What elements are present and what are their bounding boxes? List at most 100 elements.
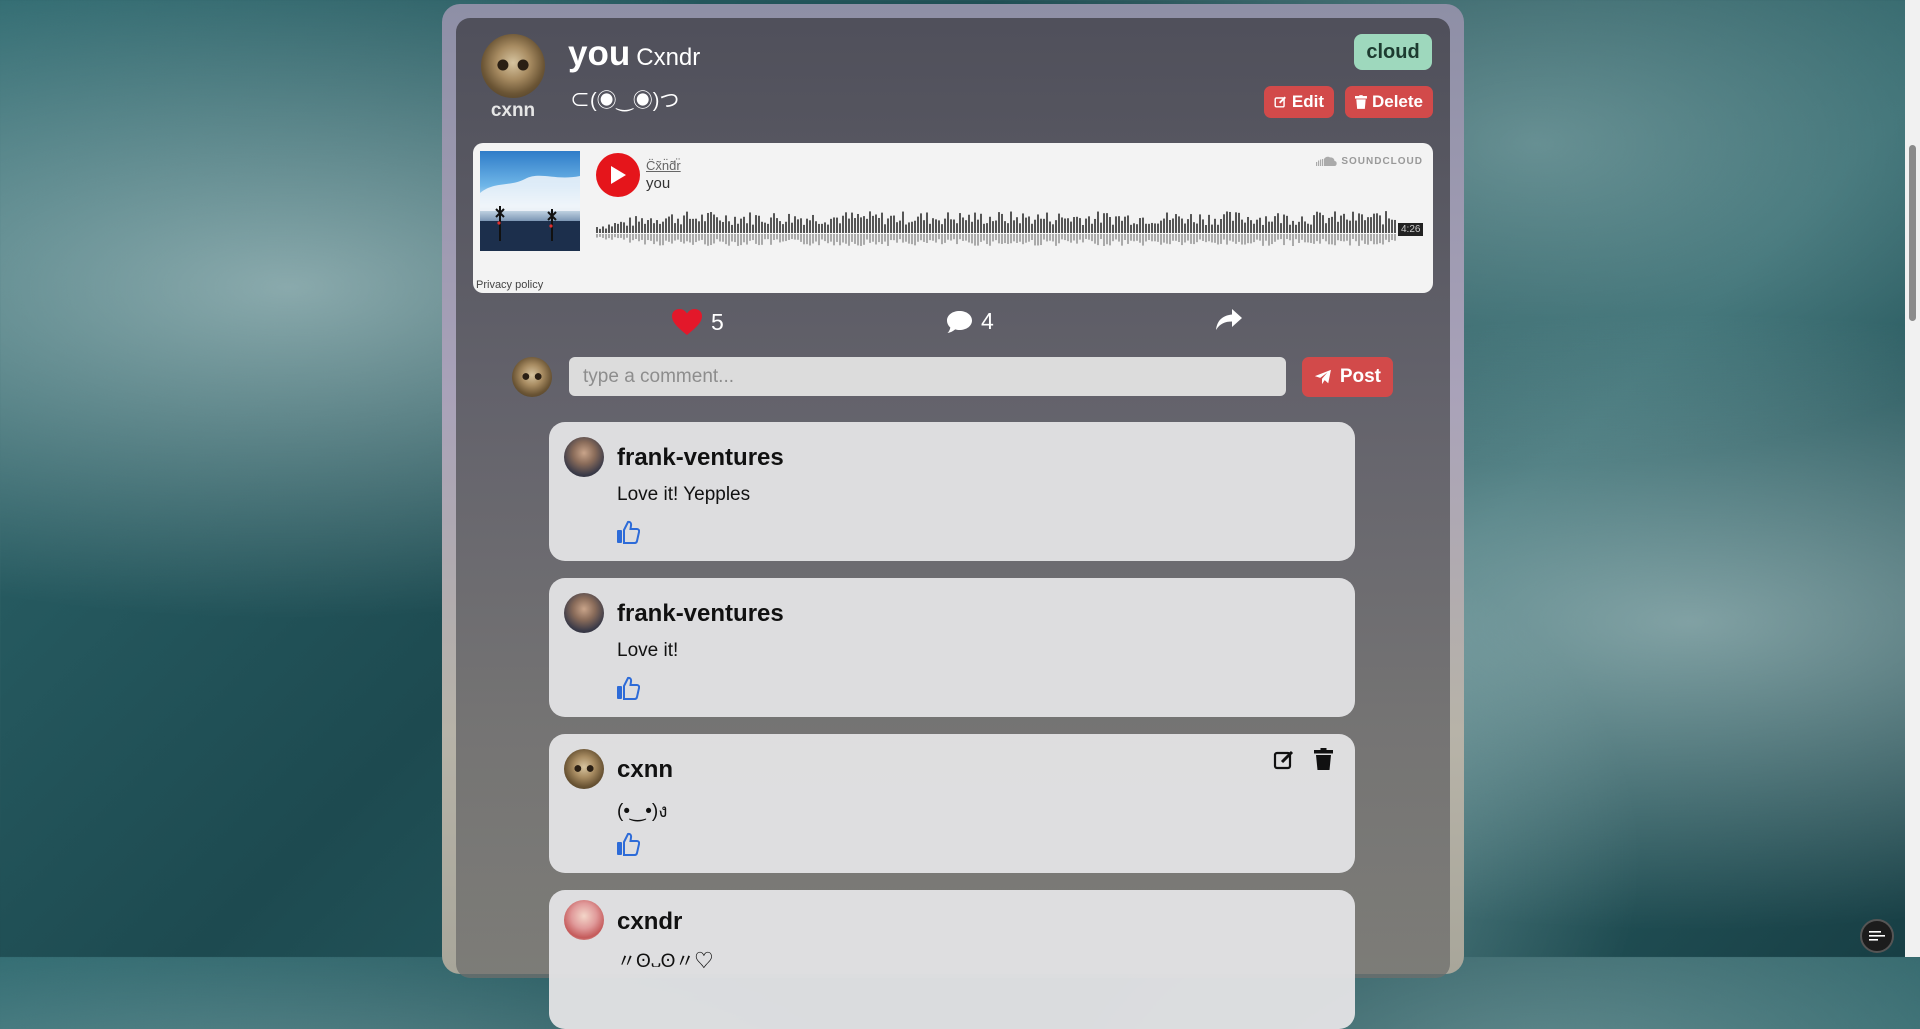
waveform-reflection-bar: [1130, 234, 1132, 241]
waveform-reflection-bar: [848, 234, 850, 246]
waveform-reflection-bar: [710, 234, 712, 246]
waveform-reflection-bar: [1073, 234, 1075, 241]
comments-action[interactable]: 4: [946, 308, 994, 335]
waveform-reflection-bar: [1394, 234, 1396, 241]
waveform-bar: [629, 217, 631, 233]
waveform-reflection-bar: [614, 234, 616, 238]
waveform-reflection-bar: [1238, 234, 1240, 242]
waveform-reflection-bar: [1361, 234, 1363, 241]
waveform-bar: [785, 221, 787, 233]
waveform-reflection-bar: [980, 234, 982, 242]
waveform-bar: [1202, 219, 1204, 233]
waveform-reflection-bar: [743, 234, 745, 243]
waveform-bar: [881, 212, 883, 233]
waveform-reflection-bar: [1262, 234, 1264, 246]
waveform-reflection-bar: [1334, 234, 1336, 246]
waveform-reflection-bar: [1337, 234, 1339, 241]
waveform-bar: [1235, 212, 1237, 233]
waveform-reflection-bar: [1103, 234, 1105, 246]
privacy-policy-link[interactable]: Privacy policy: [476, 279, 543, 291]
waveform-bar: [776, 218, 778, 233]
owner-name[interactable]: cxnn: [480, 100, 546, 122]
waveform-reflection-bar: [815, 234, 817, 242]
owner-avatar[interactable]: [481, 34, 545, 98]
waveform-bar: [1115, 216, 1117, 233]
comment-author[interactable]: cxnn: [617, 756, 673, 784]
waveform-reflection-bar: [695, 234, 697, 243]
post-comment-button[interactable]: Post: [1302, 357, 1393, 397]
waveform-reflection-bar: [1190, 234, 1192, 244]
comment-author[interactable]: frank-ventures: [617, 444, 784, 472]
waveform-reflection-bar: [668, 234, 670, 242]
soundcloud-logo[interactable]: SOUNDCLOUD: [1315, 156, 1423, 167]
like-action[interactable]: 5: [671, 308, 724, 336]
comment-author[interactable]: frank-ventures: [617, 600, 784, 628]
waveform-reflection-bar: [1013, 234, 1015, 242]
waveform-bar: [659, 223, 661, 233]
waveform-bar: [1256, 219, 1258, 233]
comment-input[interactable]: [569, 357, 1286, 396]
waveform-reflection-bar: [1088, 234, 1090, 240]
waveform-seekbar[interactable]: [596, 205, 1398, 249]
soundcloud-player: C̈x̃n̈d̃r̈ you SOUNDCLOUD 4:26 Privacy p…: [473, 143, 1433, 293]
waveform-reflection-bar: [986, 234, 988, 245]
thumbs-up-icon[interactable]: [616, 832, 640, 856]
waveform-bar: [1334, 211, 1336, 233]
play-button[interactable]: [596, 153, 640, 197]
waveform-reflection-bar: [1226, 234, 1228, 245]
waveform-reflection-bar: [731, 234, 733, 242]
genre-tag[interactable]: cloud: [1354, 34, 1432, 70]
waveform-bar: [782, 224, 784, 233]
thumbs-up-icon[interactable]: [616, 676, 640, 700]
comment-author[interactable]: cxndr: [617, 908, 682, 936]
waveform-reflection-bar: [1163, 234, 1165, 243]
waveform-reflection-bar: [653, 234, 655, 245]
waveform-bar: [1304, 221, 1306, 233]
waveform-bar: [677, 218, 679, 233]
waveform-bar: [1379, 215, 1381, 233]
waveform-reflection-bar: [1214, 234, 1216, 243]
waveform-reflection-bar: [635, 234, 637, 239]
waveform-bar: [806, 218, 808, 233]
waveform-bar: [995, 220, 997, 233]
waveform-reflection-bar: [596, 234, 598, 238]
track-artwork[interactable]: [480, 151, 580, 251]
waveform-bar: [929, 223, 931, 233]
heart-icon: [672, 309, 702, 335]
waveform-bar: [1094, 218, 1096, 233]
waveform-bar: [713, 214, 715, 233]
waveform-bar: [656, 220, 658, 233]
waveform-reflection-bar: [1310, 234, 1312, 243]
scrollbar-thumb[interactable]: [1909, 145, 1916, 321]
floating-menu-button[interactable]: [1860, 919, 1894, 953]
waveform-reflection-bar: [1202, 234, 1204, 241]
waveform-bar: [647, 220, 649, 233]
edit-post-button[interactable]: Edit: [1264, 86, 1334, 118]
delete-comment-icon[interactable]: [1314, 748, 1333, 770]
player-artist-link[interactable]: C̈x̃n̈d̃r̈: [646, 158, 681, 173]
comment-avatar[interactable]: [564, 437, 604, 477]
thumbs-up-icon[interactable]: [616, 520, 640, 544]
waveform-bar: [1127, 215, 1129, 233]
comment-avatar[interactable]: [564, 749, 604, 789]
waveform-bar: [719, 220, 721, 233]
comment-avatar[interactable]: [564, 900, 604, 940]
waveform-reflection-bar: [1139, 234, 1141, 243]
current-user-avatar[interactable]: [512, 357, 552, 397]
waveform-bar: [743, 216, 745, 233]
waveform-reflection-bar: [1181, 234, 1183, 246]
share-action[interactable]: [1215, 308, 1243, 332]
player-track-title[interactable]: you: [646, 175, 670, 192]
waveform-bar: [1343, 213, 1345, 233]
edit-comment-icon[interactable]: [1273, 749, 1295, 771]
waveform-reflection-bar: [779, 234, 781, 243]
waveform-bar: [1067, 218, 1069, 233]
waveform-reflection-bar: [1376, 234, 1378, 245]
waveform-reflection-bar: [1025, 234, 1027, 243]
delete-post-button[interactable]: Delete: [1345, 86, 1433, 118]
comment-avatar[interactable]: [564, 593, 604, 633]
waveform-reflection-bar: [599, 234, 601, 237]
waveform-reflection-bar: [905, 234, 907, 242]
page-scrollbar[interactable]: [1905, 0, 1920, 957]
waveform-reflection-bar: [842, 234, 844, 243]
